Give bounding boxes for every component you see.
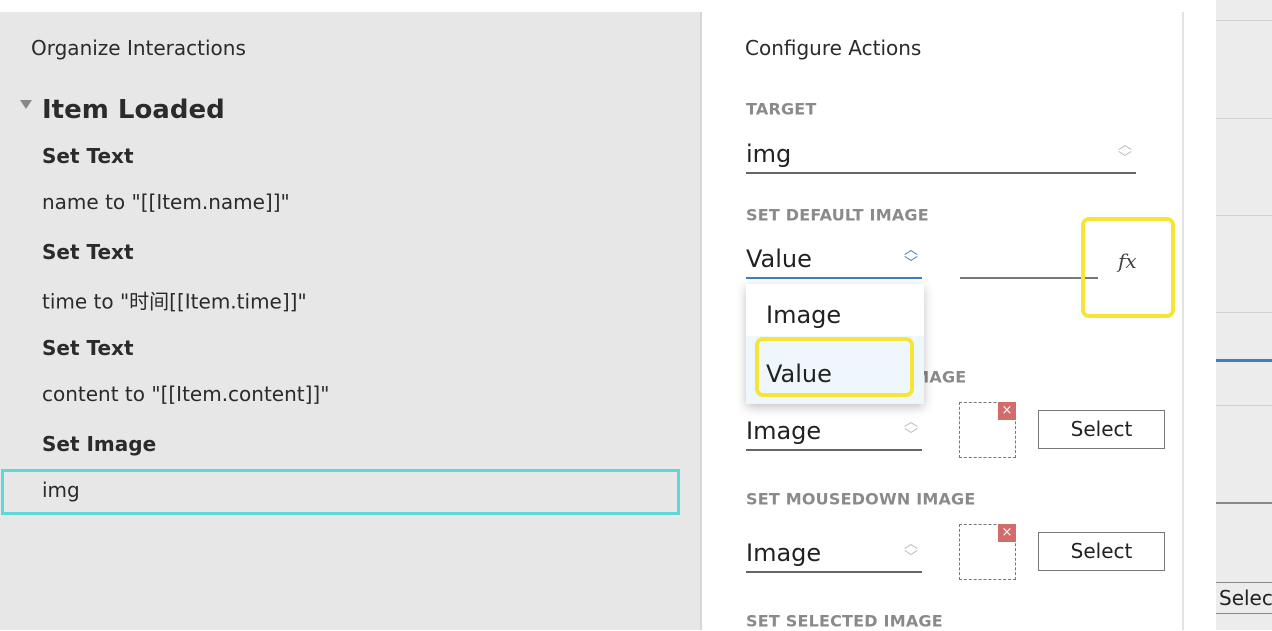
- select-button[interactable]: Select: [1038, 410, 1165, 449]
- mousedown-image-value: Image: [746, 539, 822, 567]
- value-input[interactable]: [960, 277, 1098, 279]
- select-button[interactable]: Select: [1038, 532, 1165, 571]
- background-panel: Selec: [1216, 0, 1272, 630]
- target-value: img: [746, 140, 792, 168]
- updown-chevron-icon: ︿ ﹀: [1118, 137, 1132, 167]
- updown-chevron-icon: ︿ ﹀: [904, 414, 918, 444]
- action-detail[interactable]: name to "[[Item.name]]": [42, 190, 290, 214]
- action-detail[interactable]: img: [42, 478, 80, 502]
- mouseover-image-select[interactable]: Image ︿ ﹀: [746, 409, 922, 451]
- remove-icon[interactable]: ×: [998, 402, 1016, 420]
- default-image-value: Value: [746, 245, 812, 273]
- updown-chevron-icon: ︿ ﹀: [904, 242, 918, 272]
- target-label: TARGET: [746, 99, 817, 119]
- action-type[interactable]: Set Image: [42, 432, 156, 456]
- selected-image-label: SET SELECTED IMAGE: [746, 611, 943, 631]
- mouseover-image-value: Image: [746, 417, 822, 445]
- panel-title: Configure Actions: [745, 36, 922, 60]
- action-detail[interactable]: content to "[[Item.content]]": [42, 382, 329, 406]
- mousedown-image-select[interactable]: Image ︿ ﹀: [746, 531, 922, 573]
- fx-icon[interactable]: fx: [1118, 249, 1137, 273]
- mousedown-image-label: SET MOUSEDOWN IMAGE: [746, 489, 976, 509]
- action-detail[interactable]: time to "时间[[Item.time]]": [42, 286, 307, 315]
- image-placeholder[interactable]: ×: [959, 402, 1016, 458]
- background-select-button[interactable]: Selec: [1216, 582, 1272, 614]
- default-image-label: SET DEFAULT IMAGE: [746, 205, 929, 225]
- action-type[interactable]: Set Text: [42, 336, 134, 360]
- dropdown-option-value[interactable]: Value: [766, 360, 832, 388]
- type-dropdown: Image Value: [746, 284, 924, 404]
- dropdown-option-image[interactable]: Image: [766, 301, 841, 329]
- default-image-select[interactable]: Value ︿ ﹀: [746, 237, 922, 279]
- action-type[interactable]: Set Text: [42, 144, 134, 168]
- selected-action-row[interactable]: [1, 469, 680, 515]
- image-placeholder[interactable]: ×: [959, 524, 1016, 580]
- updown-chevron-icon: ︿ ﹀: [904, 536, 918, 566]
- panel-title: Organize Interactions: [31, 36, 246, 60]
- event-item-loaded[interactable]: Item Loaded: [42, 95, 225, 125]
- collapse-triangle-icon[interactable]: [20, 100, 32, 109]
- remove-icon[interactable]: ×: [998, 524, 1016, 542]
- action-type[interactable]: Set Text: [42, 240, 134, 264]
- target-select[interactable]: img ︿ ﹀: [746, 132, 1136, 174]
